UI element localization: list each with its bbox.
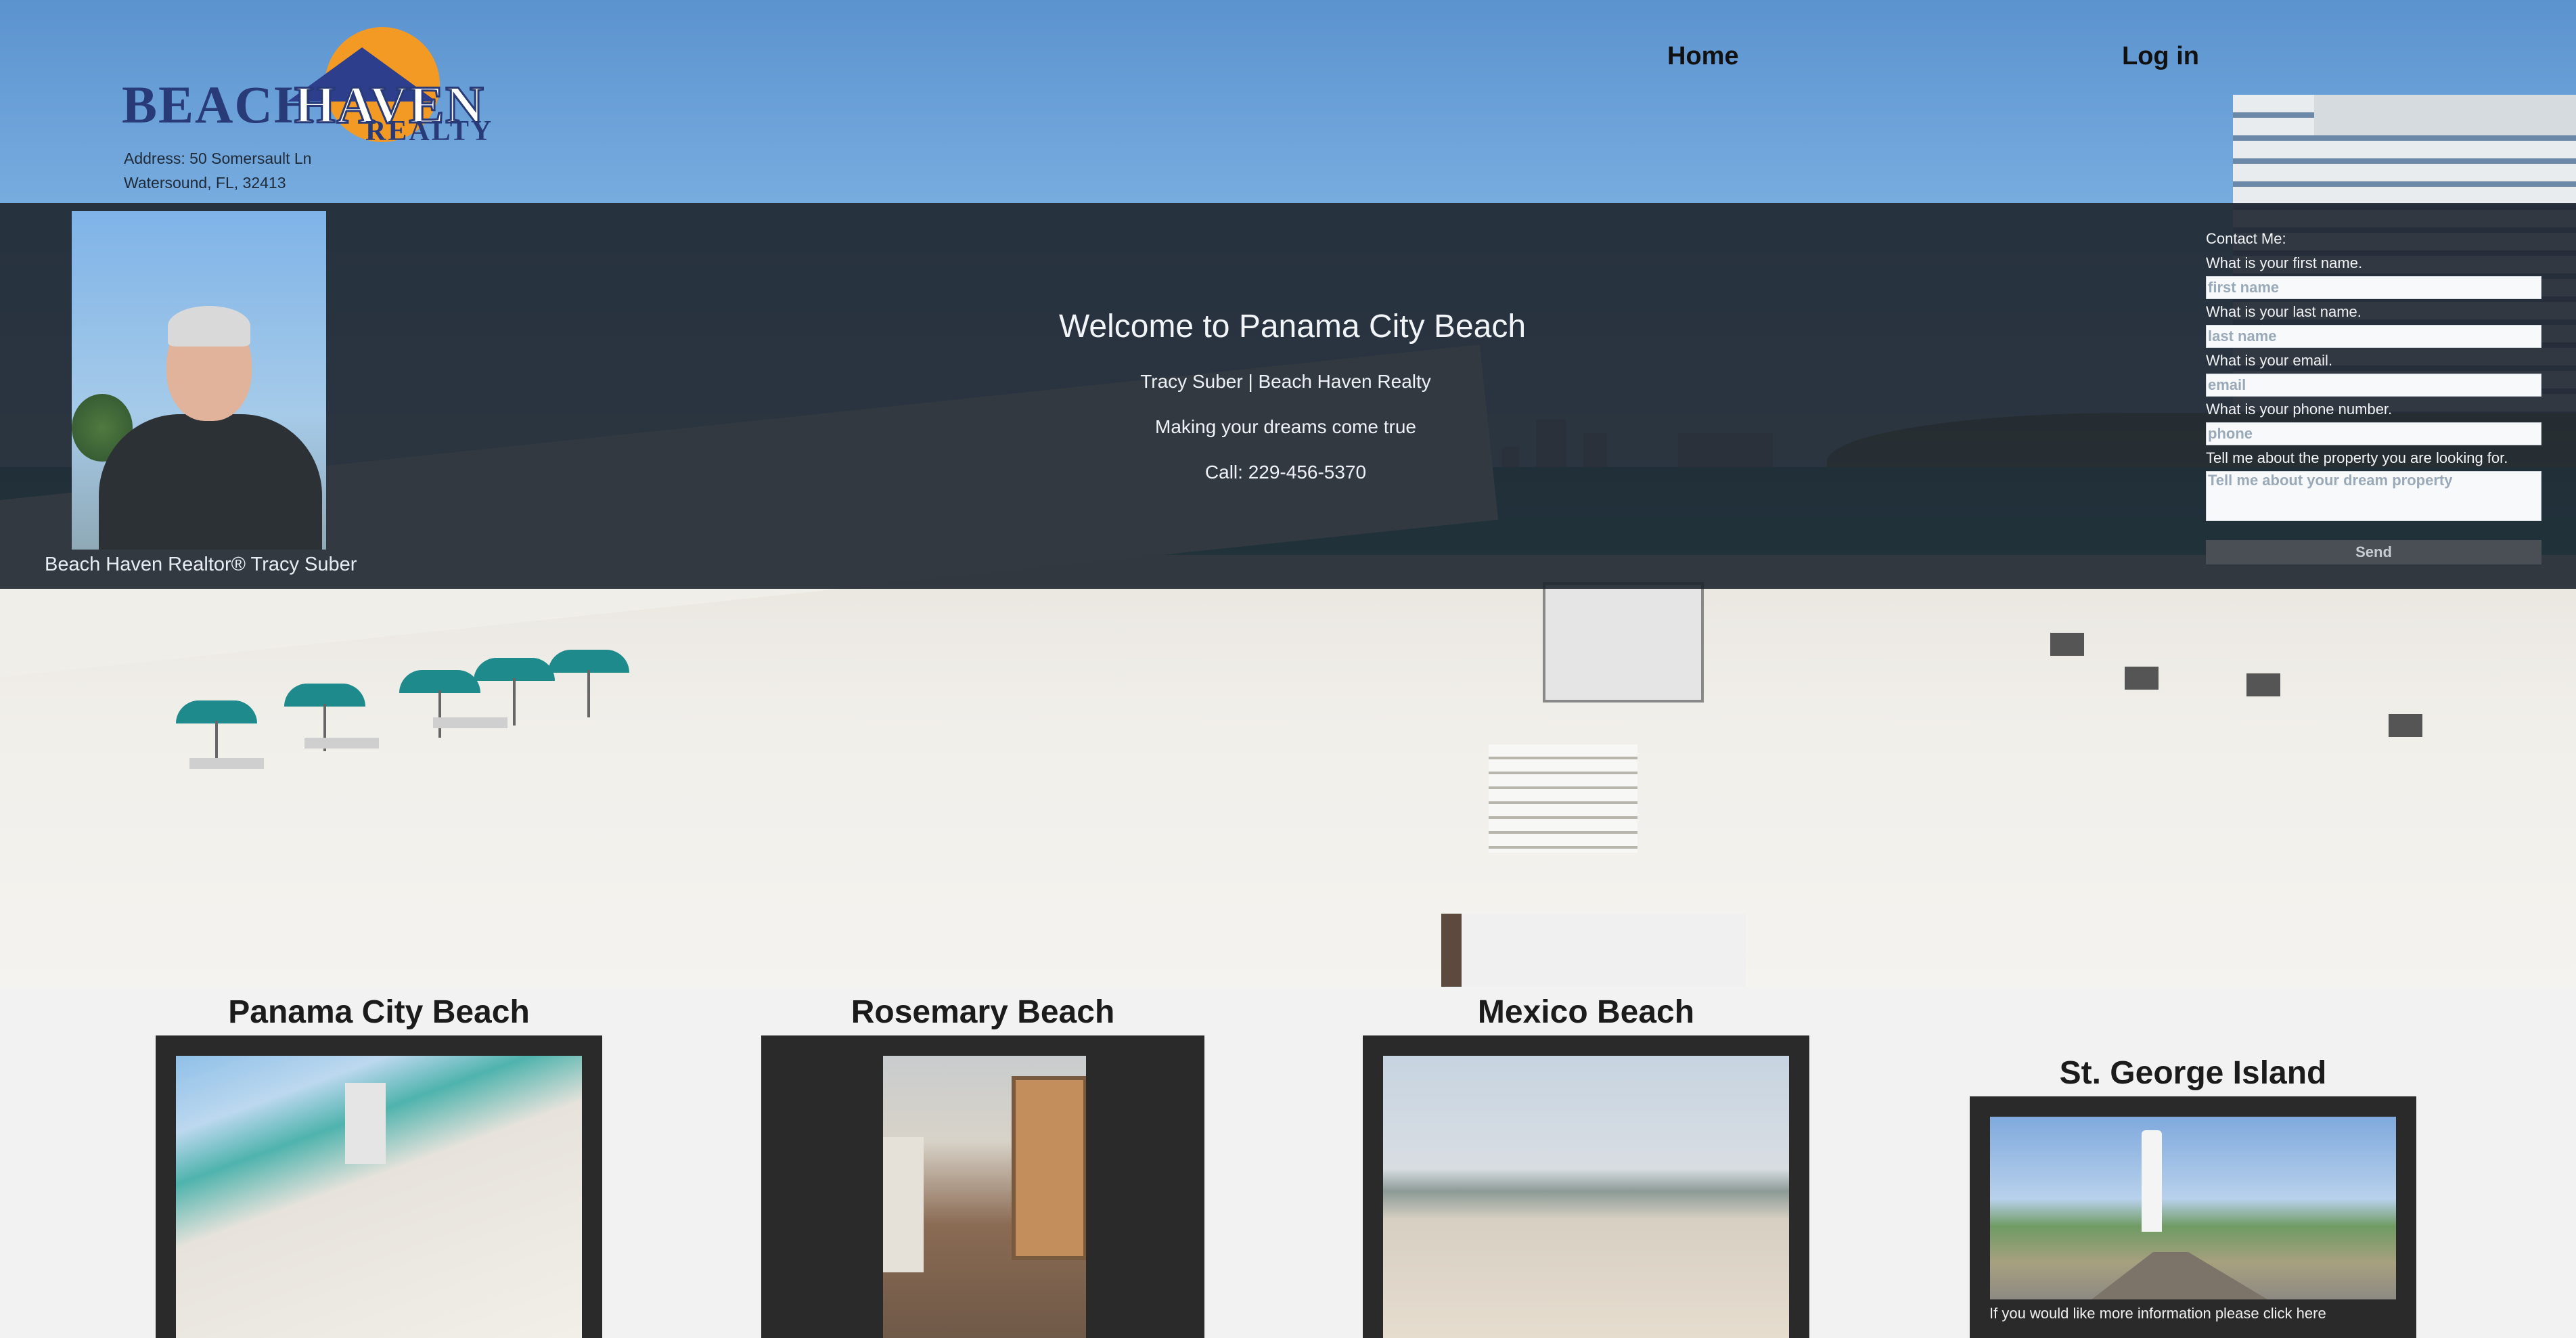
nav-login-link[interactable]: Log in [2122,42,2199,71]
office-address: Address: 50 Somersault Ln Watersound, FL… [124,146,311,195]
contact-heading: Contact Me: [2206,230,2286,247]
hero-title: Welcome to Panama City Beach [1058,309,1527,344]
lighthouse [2142,1130,2162,1232]
phone-label: What is your phone number. [2206,401,2393,418]
hero-band [0,203,2576,589]
umbrella [284,684,365,751]
card-st-george-island[interactable] [1970,1096,2416,1338]
panama-city-beach-photo[interactable] [176,1056,582,1338]
first-name-label: What is your first name. [2206,254,2363,271]
card-title-rosemary-beach: Rosemary Beach [851,994,1115,1030]
logo-word-beach: BEACH [122,75,317,134]
address-line-1: Address: 50 Somersault Ln [124,150,312,167]
first-name-input[interactable] [2206,276,2541,299]
nav-home-link[interactable]: Home [1667,42,1739,71]
card-rosemary-beach[interactable] [761,1035,1204,1338]
lifeguard-stand [1543,582,1704,703]
realtor-photo [72,211,326,550]
boardwalk [2092,1252,2267,1299]
stacked-loungers [1489,744,1637,853]
hero-tagline: Making your dreams come true [1155,416,1416,437]
hero-subtitle: Tracy Suber | Beach Haven Realty [1140,371,1431,392]
address-line-2: Watersound, FL, 32413 [124,174,286,192]
card-title-mexico-beach: Mexico Beach [1477,994,1695,1030]
phone-input[interactable] [2206,422,2541,445]
umbrella [474,658,555,726]
card-title-panama-city-beach: Panama City Beach [228,994,530,1030]
umbrella [548,650,629,717]
send-button[interactable]: Send [2206,540,2541,564]
st-george-island-photo[interactable] [1990,1117,2396,1299]
message-textarea[interactable] [2206,471,2541,521]
mexico-beach-photo[interactable] [1383,1056,1789,1338]
last-name-input[interactable] [2206,325,2541,348]
email-label: What is your email. [2206,352,2333,369]
beach-haven-logo[interactable]: BEACH HAVEN REALTY [122,20,491,149]
rosemary-beach-photo[interactable] [883,1056,1086,1338]
storage-box [1441,914,1746,987]
umbrella [399,670,480,738]
logo-word-realty: REALTY [365,116,494,147]
card-mexico-beach[interactable] [1363,1035,1809,1338]
last-name-label: What is your last name. [2206,303,2362,320]
message-label: Tell me about the property you are looki… [2206,449,2508,466]
card-panama-city-beach[interactable] [156,1035,602,1338]
hero-phone: Call: 229-456-5370 [1204,462,1367,483]
realtor-caption: Beach Haven Realtor® Tracy Suber [45,554,357,575]
card-title-st-george-island: St. George Island [2059,1055,2327,1091]
more-info-link[interactable]: If you would like more information pleas… [1989,1305,2326,1322]
umbrella [176,700,257,768]
email-input[interactable] [2206,374,2541,397]
